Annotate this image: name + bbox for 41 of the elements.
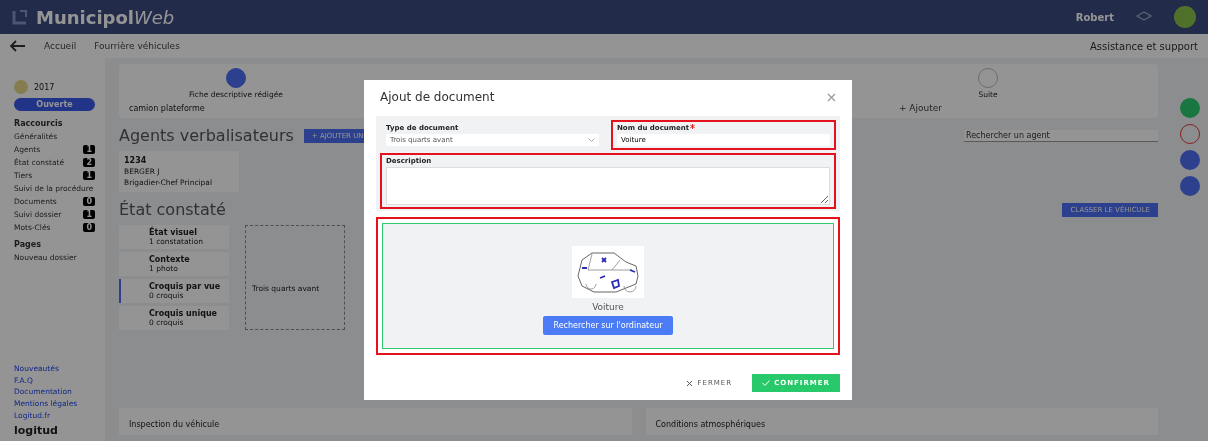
section-title: État constaté bbox=[119, 200, 226, 219]
search-field[interactable]: Rechercher un agent bbox=[964, 129, 1158, 142]
car-sketch-drawing bbox=[572, 245, 644, 298]
company-logo: logitud bbox=[14, 424, 59, 437]
add-button[interactable]: + Ajouter bbox=[892, 102, 948, 114]
help-link[interactable]: Assistance et support bbox=[1089, 40, 1198, 52]
count-badge: 0 bbox=[83, 223, 95, 232]
rail-button[interactable] bbox=[1180, 98, 1200, 118]
shortcuts-title: Raccourcis bbox=[14, 119, 64, 128]
vehicle-type: camion plateforme bbox=[129, 103, 205, 113]
agent-number: 1234 bbox=[124, 156, 148, 165]
close-icon[interactable] bbox=[827, 92, 836, 102]
image-caption: Voiture bbox=[592, 301, 624, 312]
user-name[interactable]: Robert bbox=[1075, 11, 1114, 23]
count-badge: 1 bbox=[83, 171, 95, 180]
avatar bbox=[14, 80, 28, 94]
count-badge: 1 bbox=[83, 210, 95, 219]
breadcrumb-item[interactable]: Accueil bbox=[44, 41, 77, 51]
case-year: 2017 bbox=[34, 82, 55, 92]
card-title: Inspection du véhicule bbox=[129, 420, 220, 429]
card-title: Conditions atmosphériques bbox=[655, 420, 766, 429]
description-field[interactable] bbox=[386, 167, 830, 205]
rail-button[interactable] bbox=[1180, 150, 1200, 170]
status-badge: Ouverte bbox=[14, 98, 95, 111]
check-icon bbox=[762, 380, 771, 386]
section-title: Agents verbalisateurs bbox=[119, 126, 294, 145]
close-icon bbox=[686, 379, 694, 387]
pages-link[interactable]: Pages bbox=[14, 240, 95, 249]
count-badge: 2 bbox=[83, 158, 95, 167]
browse-button[interactable]: Rechercher sur l'ordinateur bbox=[543, 315, 673, 335]
logo-icon bbox=[12, 9, 28, 25]
count-badge: 1 bbox=[83, 145, 95, 154]
avatar[interactable] bbox=[1174, 6, 1196, 28]
chevron-icon bbox=[588, 138, 595, 142]
dialog-title: Ajout de document bbox=[380, 90, 495, 104]
rail-button[interactable] bbox=[1180, 176, 1200, 196]
count-badge: 0 bbox=[83, 197, 95, 206]
app-logo: MunicipolWeb bbox=[36, 6, 175, 28]
breadcrumb-item[interactable]: Fourrière véhicules bbox=[94, 41, 180, 51]
back-arrow-icon[interactable] bbox=[10, 40, 26, 52]
drop-zone[interactable]: Voiture Rechercher sur l'ordinateur bbox=[382, 223, 834, 349]
